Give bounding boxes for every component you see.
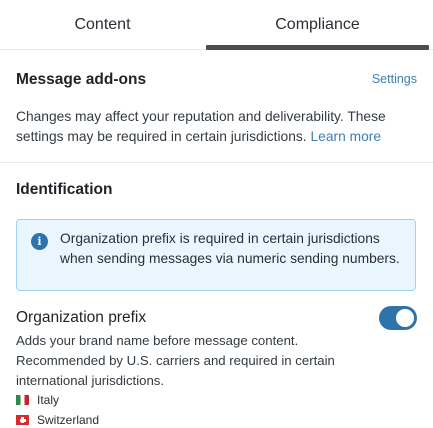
country-item-italy: Italy [16,392,59,408]
tab-bar: Content Compliance [0,0,433,50]
active-tab-indicator [206,45,429,50]
country-name: Italy [37,393,60,407]
toggle-knob [396,309,414,327]
info-banner: i Organization prefix is required in cer… [16,219,416,291]
italy-flag-icon [16,395,29,405]
learn-more-link[interactable]: Learn more [310,129,381,144]
identification-heading: Identification [16,181,113,198]
organization-prefix-toggle[interactable] [379,306,417,330]
switzerland-flag-icon [16,415,29,425]
organization-prefix-title: Organization prefix [16,309,147,326]
message-addons-heading: Message add-ons [16,71,147,88]
tab-content-label: Content [74,16,131,33]
country-name: Switzerland [37,413,100,427]
section-divider [0,162,433,163]
organization-prefix-description: Adds your brand name before message cont… [16,333,335,388]
info-banner-text: Organization prefix is required in certa… [60,231,400,266]
addons-description: Changes may affect your reputation and d… [16,107,416,147]
tab-compliance-label: Compliance [275,16,360,33]
country-item-switzerland: Switzerland [16,412,99,428]
tab-content[interactable]: Content [0,0,205,50]
tab-compliance[interactable]: Compliance [206,0,429,50]
settings-link[interactable]: Settings [372,72,417,86]
info-icon: i [31,233,48,250]
